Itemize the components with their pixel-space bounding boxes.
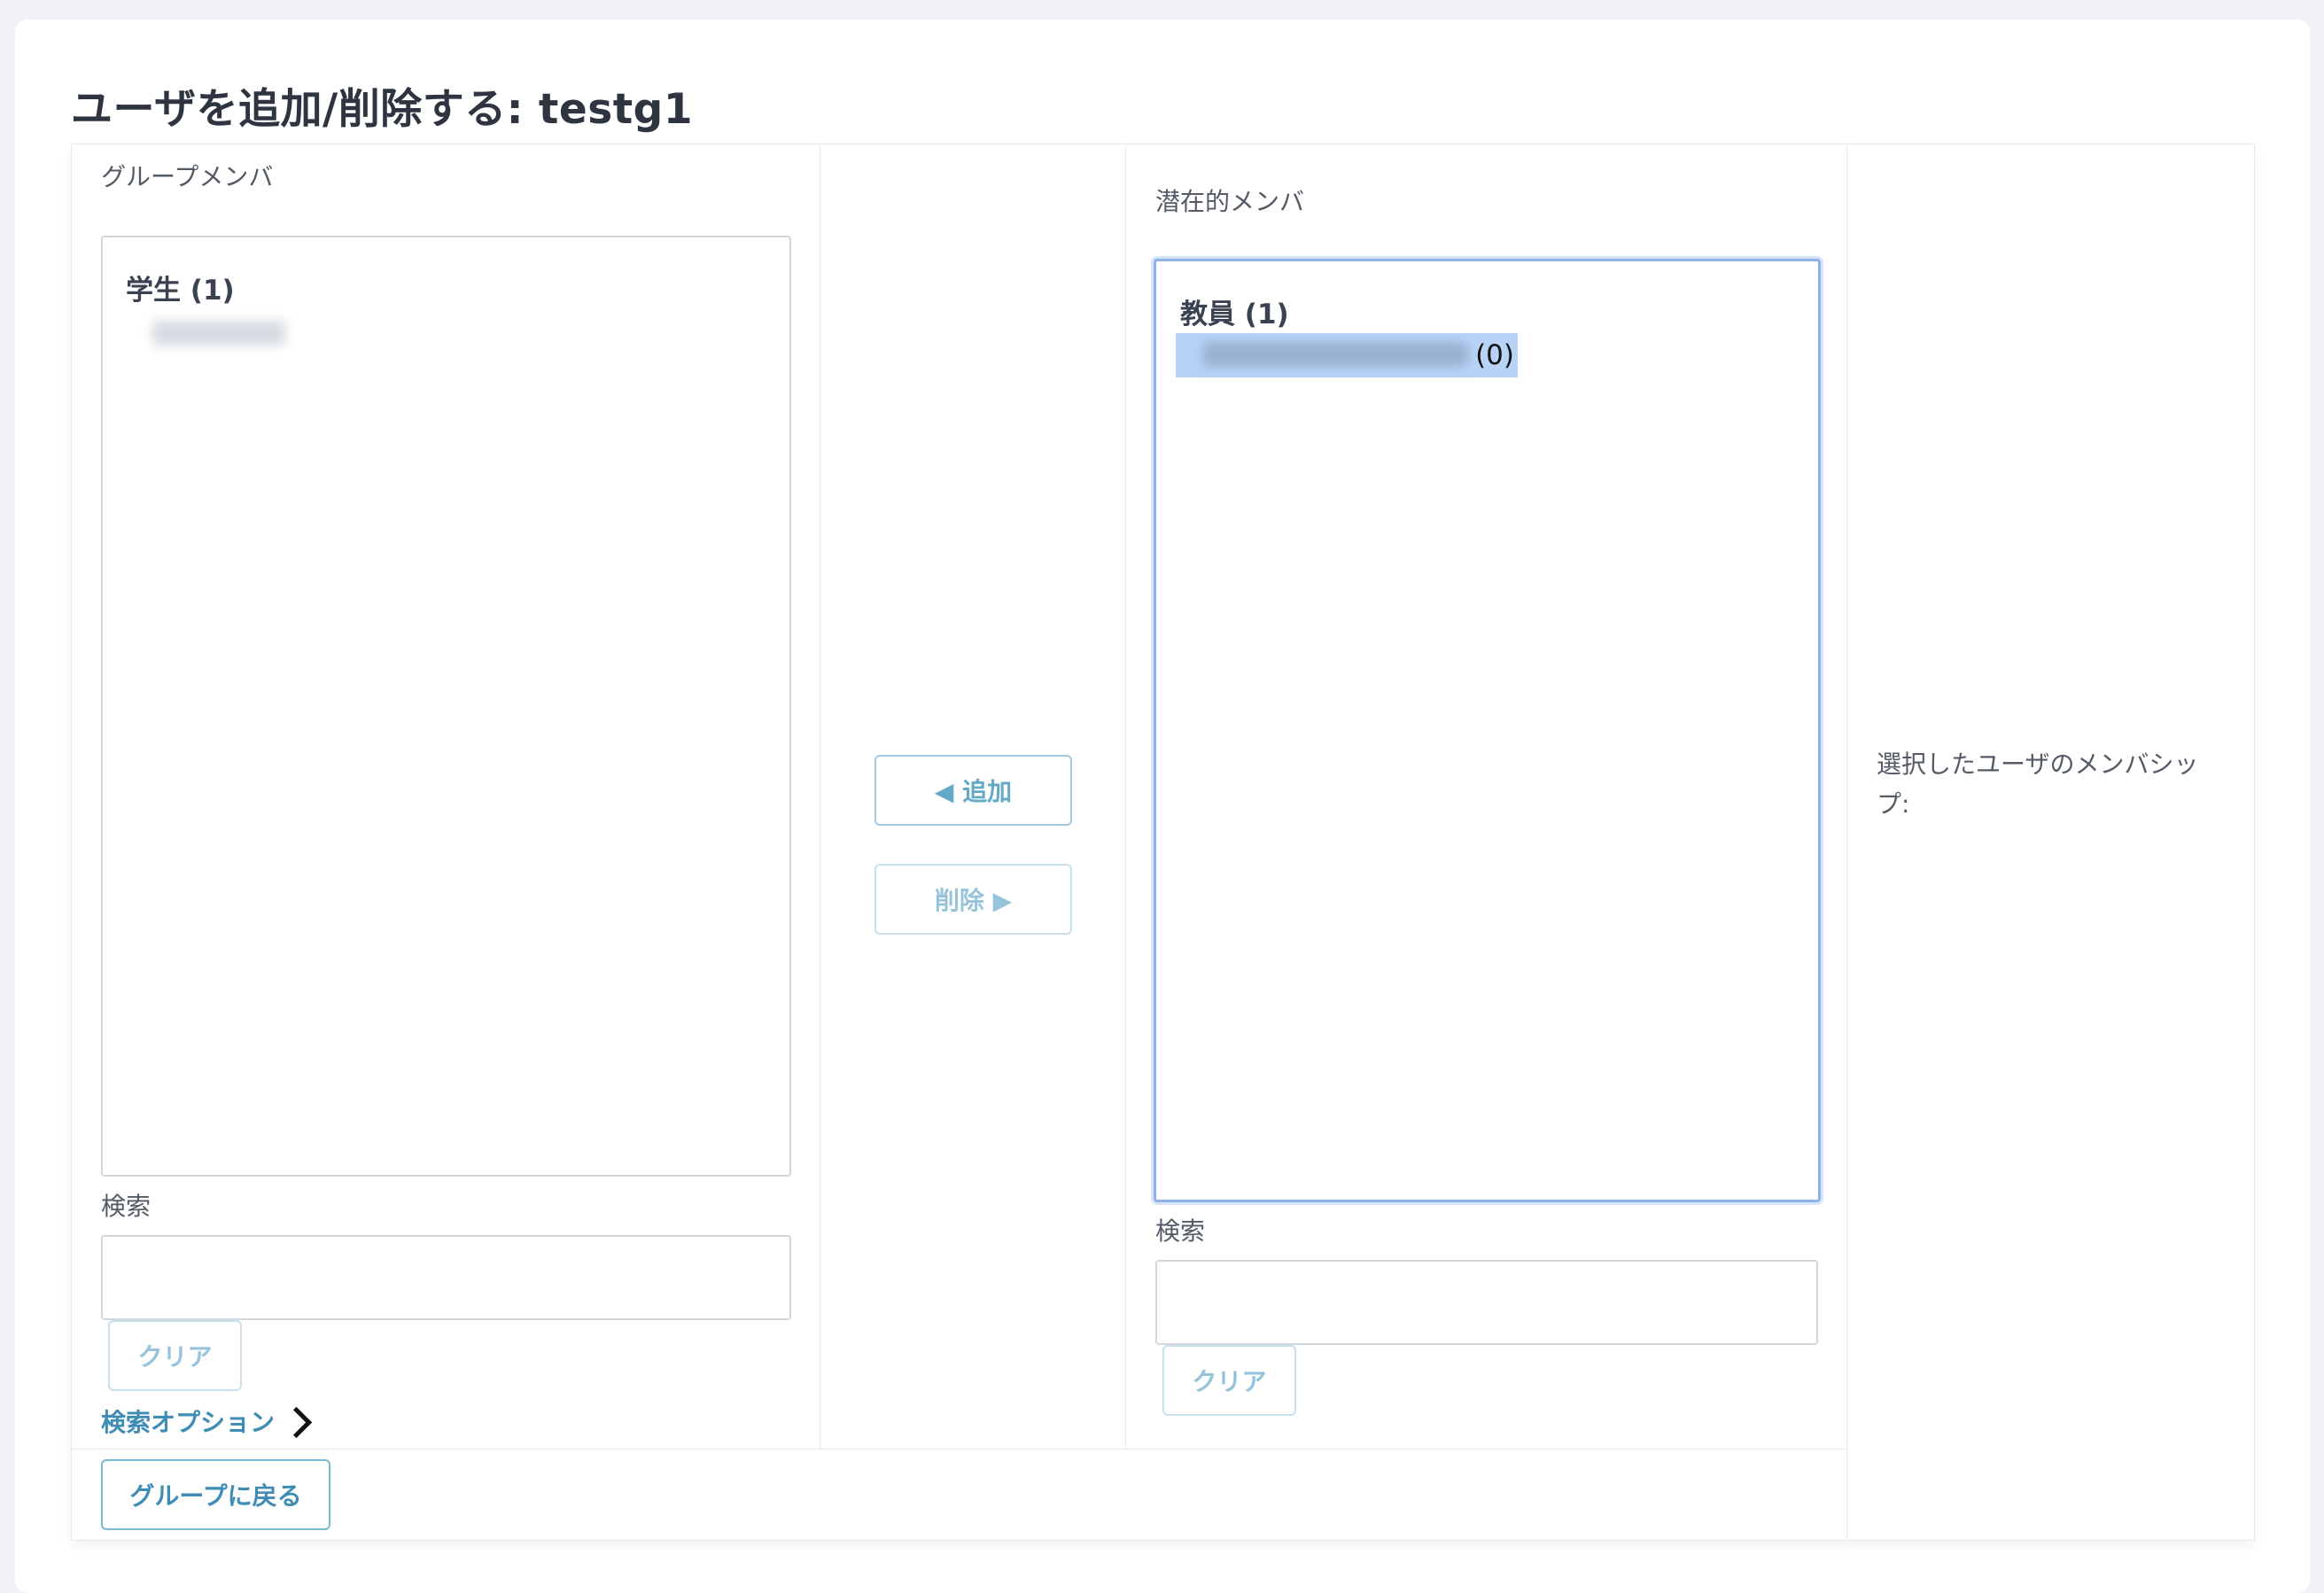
candidate-group-count: (0) xyxy=(1475,339,1514,371)
search-options-toggle[interactable]: 検索オプション xyxy=(101,1403,313,1439)
group-members-list[interactable]: 学生 (1) xyxy=(101,236,791,1177)
right-search-label: 検索 xyxy=(1155,1216,1206,1246)
divider xyxy=(1125,144,1126,1449)
left-search-label: 検索 xyxy=(101,1192,152,1221)
member-option[interactable] xyxy=(152,314,285,349)
chevron-right-icon xyxy=(280,1406,313,1438)
redacted-name xyxy=(1202,342,1468,367)
divider xyxy=(1846,144,1847,1539)
remove-button[interactable]: 削除 ▶ xyxy=(874,864,1072,935)
left-search-input[interactable] xyxy=(101,1235,791,1320)
left-clear-button[interactable]: クリア xyxy=(108,1320,242,1391)
search-options-label: 検索オプション xyxy=(101,1408,276,1437)
redacted-name xyxy=(152,320,285,346)
potential-members-heading: 潜在的メンバ xyxy=(1155,187,1305,216)
candidate-option-selected[interactable]: (0) xyxy=(1176,333,1518,377)
back-to-group-button[interactable]: グループに戻る xyxy=(101,1459,330,1530)
page-title: ユーザを追加/削除する: testg1 xyxy=(71,85,694,134)
optgroup-teachers: 教員 (1) xyxy=(1180,299,1289,330)
right-search-input[interactable] xyxy=(1155,1260,1818,1345)
right-clear-button[interactable]: クリア xyxy=(1162,1345,1296,1416)
add-button[interactable]: ◀ 追加 xyxy=(874,755,1072,826)
selected-user-membership: 選択したユーザのメンバシップ: xyxy=(1877,750,2199,819)
potential-members-list[interactable]: 教員 (1) (0) xyxy=(1154,259,1821,1202)
optgroup-students: 学生 (1) xyxy=(126,275,235,307)
group-members-heading: グループメンバ xyxy=(101,162,274,191)
